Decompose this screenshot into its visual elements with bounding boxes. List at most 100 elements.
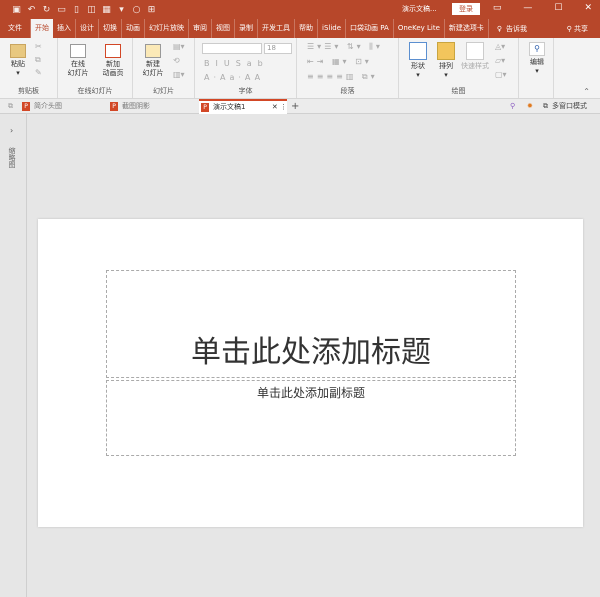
align-buttons[interactable]: ≡≡≡≡▥ ⧉▾: [307, 72, 378, 82]
clipboard-label: 剪贴板: [18, 87, 39, 95]
present-icon[interactable]: ▭: [57, 5, 66, 15]
arrange-label: 排列: [439, 62, 453, 70]
arrange-button[interactable]: 排列 ▾: [433, 42, 459, 80]
doc-tab[interactable]: P 简介头图: [22, 99, 110, 114]
tab-design[interactable]: 设计: [76, 19, 99, 38]
slides-label: 幻灯片: [153, 87, 174, 95]
thumbnail-pane: › 缩略图: [0, 114, 27, 597]
group-font: 18 BIUSab A·Aa·AA 字体: [195, 38, 297, 98]
outline-icon[interactable]: ▱▾: [495, 56, 505, 65]
tab-onekey[interactable]: OneKey Lite: [394, 19, 445, 38]
collapse-ribbon-icon[interactable]: ⌃: [583, 87, 590, 96]
format-painter-icon[interactable]: ✎: [35, 68, 42, 77]
reset-icon[interactable]: ⟲: [173, 56, 180, 65]
preview-icon[interactable]: ◫: [87, 5, 96, 15]
paste-icon: [10, 44, 26, 58]
settings-icon[interactable]: ✹: [527, 99, 533, 114]
tab-insert[interactable]: 插入: [53, 19, 76, 38]
tab-pocket-animation[interactable]: 口袋动画 PA: [346, 19, 394, 38]
new-slide-label: 新建 幻灯片: [142, 60, 164, 77]
tab-animations[interactable]: 动画: [122, 19, 145, 38]
list-buttons[interactable]: ☰▾☰▾ ⇅▾ ⫼▾: [307, 42, 383, 52]
shape-button[interactable]: 形状 ▾: [405, 42, 431, 80]
online-slide-button[interactable]: 在线 幻灯片: [62, 44, 94, 78]
paste-label: 粘贴: [11, 60, 25, 68]
arrange-icon: [437, 42, 455, 60]
drawing-label: 绘图: [451, 87, 466, 95]
online-slide-label: 在线 幻灯片: [67, 60, 89, 77]
animation-page-icon: [105, 44, 121, 58]
tell-me[interactable]: 告诉我: [506, 24, 527, 34]
table-icon[interactable]: ▦: [102, 5, 111, 15]
new-icon[interactable]: ▯: [72, 5, 81, 15]
layout-icon[interactable]: ▤▾: [173, 42, 185, 51]
doc-tab-active[interactable]: P 演示文稿1 ✕ ⋮: [199, 99, 287, 114]
save-icon[interactable]: ▣: [12, 5, 21, 15]
more-icon[interactable]: ▾: [117, 5, 126, 15]
close-tab-icon[interactable]: ✕ ⋮: [272, 100, 287, 115]
new-animation-page-button[interactable]: 新加 动画页: [96, 44, 130, 78]
subtitle-placeholder[interactable]: 单击此处添加副标题: [106, 380, 516, 456]
group-slides: 新建 幻灯片 ▤▾ ⟲ ▥▾ 幻灯片: [133, 38, 195, 98]
group-editing: ⚲ 编辑 ▾: [519, 38, 554, 98]
new-tab-icon[interactable]: +: [291, 99, 299, 114]
tab-slideshow[interactable]: 幻灯片放映: [145, 19, 189, 38]
tab-home[interactable]: 开始: [31, 19, 53, 38]
title-bar: ▣ ↶ ↻ ▭ ▯ ◫ ▦ ▾ ○ ⊞ 演示文稿... 登录 ▭ — ☐ ✕: [0, 0, 600, 19]
share-button[interactable]: ⚲ 共享: [567, 24, 600, 34]
font-size-buttons[interactable]: A·Aa·AA: [204, 73, 264, 82]
tab-developer[interactable]: 开发工具: [258, 19, 295, 38]
doc-tab-label: 演示文稿1: [213, 103, 246, 111]
cut-icon[interactable]: ✂: [35, 42, 42, 51]
quick-style-button[interactable]: 快速样式: [459, 42, 491, 71]
font-format-buttons[interactable]: BIUSab: [204, 59, 269, 68]
indent-buttons[interactable]: ⇤⇥ ▦▾ ⊡▾: [307, 57, 372, 66]
font-name-input[interactable]: [202, 43, 262, 54]
group-drawing: 形状 ▾ 排列 ▾ 快速样式 ◬▾ ▱▾ ▢▾ 绘图: [399, 38, 519, 98]
tab-islide[interactable]: iSlide: [318, 19, 347, 38]
tab-help[interactable]: 帮助: [295, 19, 318, 38]
tab-new[interactable]: 新建选项卡: [445, 19, 489, 38]
slide-canvas[interactable]: 单击此处添加标题 单击此处添加副标题: [38, 219, 583, 527]
tab-record[interactable]: 录制: [235, 19, 258, 38]
tabs-menu-icon[interactable]: ⧉: [8, 99, 13, 114]
close-icon[interactable]: ✕: [584, 3, 592, 13]
fill-icon[interactable]: ◬▾: [495, 42, 505, 51]
doc-tab[interactable]: P 截图阴影: [110, 99, 198, 114]
multiwindow-label: 多窗口模式: [552, 102, 587, 110]
window-icon: ⧉: [543, 102, 548, 110]
title-placeholder[interactable]: 单击此处添加标题: [106, 270, 516, 378]
edit-label: 编辑: [530, 58, 544, 66]
tab-file[interactable]: 文件: [0, 19, 31, 38]
undo-icon[interactable]: ↶: [27, 5, 36, 15]
doc-tab-label: 截图阴影: [122, 102, 150, 110]
minimize-icon[interactable]: —: [523, 3, 532, 13]
ppt-icon: P: [201, 103, 209, 112]
multiwindow-button[interactable]: ⧉ 多窗口模式: [543, 99, 587, 114]
expand-icon[interactable]: ›: [10, 126, 13, 135]
tab-transitions[interactable]: 切换: [99, 19, 122, 38]
document-tabs: ⧉ P 简介头图 P 截图阴影 P 演示文稿1 ✕ ⋮ + ⚲ ✹ ⧉ 多窗口模式: [0, 99, 600, 114]
search-icon[interactable]: ⚲: [510, 99, 515, 114]
new-anim-label: 新加 动画页: [102, 60, 124, 77]
shape-icon[interactable]: ○: [132, 5, 141, 15]
group-clipboard: 粘贴 ▾ ✂ ⧉ ✎ 剪贴板: [0, 38, 58, 98]
maximize-icon[interactable]: ☐: [554, 3, 562, 13]
tab-view[interactable]: 视图: [212, 19, 235, 38]
grid-icon[interactable]: ⊞: [147, 5, 156, 15]
ribbon-display-icon[interactable]: ▭: [493, 3, 502, 13]
ppt-icon: P: [110, 102, 118, 111]
font-size-input[interactable]: 18: [264, 43, 292, 54]
redo-icon[interactable]: ↻: [42, 5, 51, 15]
login-button[interactable]: 登录: [452, 3, 480, 15]
paste-button[interactable]: 粘贴 ▾: [6, 44, 30, 78]
edit-button[interactable]: ⚲ 编辑 ▾: [525, 42, 549, 76]
section-icon[interactable]: ▥▾: [173, 70, 185, 79]
effects-icon[interactable]: ▢▾: [495, 70, 507, 79]
thumbnail-label[interactable]: 缩略图: [7, 147, 17, 168]
copy-icon[interactable]: ⧉: [35, 55, 41, 65]
new-slide-button[interactable]: 新建 幻灯片: [137, 44, 169, 78]
tab-review[interactable]: 审阅: [189, 19, 212, 38]
find-icon: ⚲: [529, 42, 545, 56]
shapes-icon: [409, 42, 427, 60]
